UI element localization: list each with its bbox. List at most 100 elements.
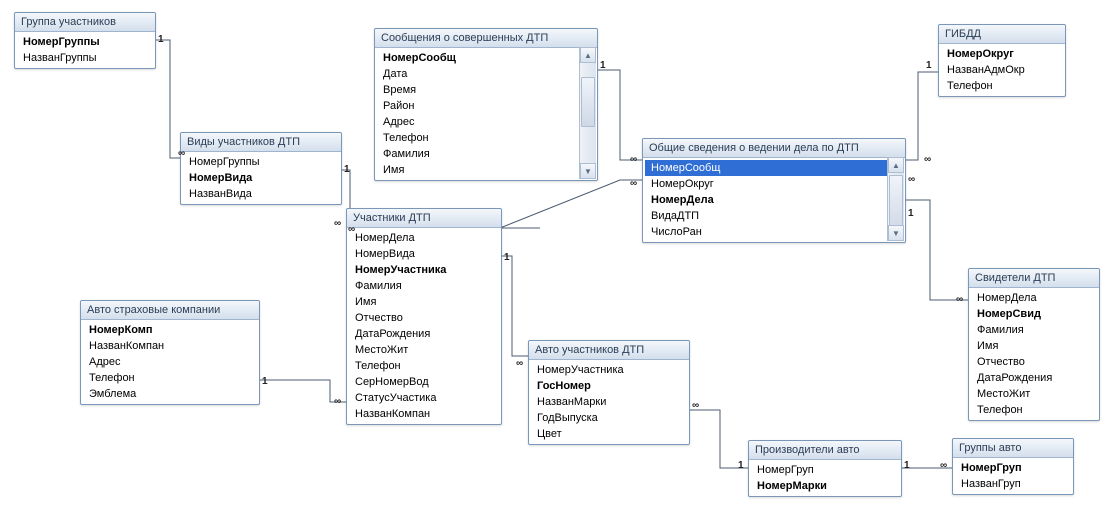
- field-row[interactable]: НомерГруппы: [183, 154, 339, 170]
- table-auto_participants[interactable]: Авто участников ДТП НомерУчастникаГосНоме…: [528, 340, 690, 445]
- field-row[interactable]: Цвет: [531, 426, 687, 442]
- field-row[interactable]: Эмблема: [83, 386, 257, 402]
- field-row[interactable]: Фамилия: [377, 146, 579, 162]
- field-row[interactable]: НазванВида: [183, 186, 339, 202]
- cardinality-label: 1: [344, 164, 350, 175]
- field-row[interactable]: НазванГруп: [955, 476, 1071, 492]
- field-row[interactable]: НомерВида: [349, 246, 499, 262]
- field-row[interactable]: НомерГруп: [751, 462, 899, 478]
- field-row[interactable]: Телефон: [349, 358, 499, 374]
- table-insurance[interactable]: Авто страховые компанииНомерКомпНазванКо…: [80, 300, 260, 405]
- cardinality-label: ∞: [692, 400, 699, 411]
- field-row[interactable]: Имя: [377, 162, 579, 178]
- table-title: Производители авто: [749, 441, 901, 460]
- table-general_case[interactable]: Общие сведения о ведении дела по ДТПНоме…: [642, 138, 906, 243]
- scroll-down-icon[interactable]: ▼: [580, 163, 596, 179]
- field-row[interactable]: Район: [377, 98, 579, 114]
- cardinality-label: ∞: [516, 358, 523, 369]
- table-manufacturers[interactable]: Производители автоНомерГрупНомерМарки: [748, 440, 902, 497]
- field-row[interactable]: ГодВыпуска: [531, 410, 687, 426]
- cardinality-label: 1: [738, 460, 744, 471]
- table-gibdd[interactable]: ГИБДД НомерОкругНазванАдмОкрТелефон: [938, 24, 1066, 97]
- field-row[interactable]: Фамилия: [971, 322, 1097, 338]
- cardinality-label: ∞: [630, 154, 637, 165]
- table-title: Свидетели ДТП: [969, 269, 1099, 288]
- cardinality-label: 1: [262, 376, 268, 387]
- scroll-thumb[interactable]: [581, 77, 595, 127]
- cardinality-label: ∞: [956, 294, 963, 305]
- field-row[interactable]: НазванГруппы: [17, 50, 153, 66]
- table-title: Общие сведения о ведении дела по ДТП: [643, 139, 905, 158]
- scroll-up-icon[interactable]: ▲: [580, 47, 596, 63]
- field-row[interactable]: Имя: [349, 294, 499, 310]
- field-row[interactable]: Телефон: [83, 370, 257, 386]
- table-group_participants[interactable]: Группа участниковНомерГруппыНазванГруппы: [14, 12, 156, 69]
- field-row[interactable]: НомерОкруг: [645, 176, 887, 192]
- field-row[interactable]: НомерГруппы: [17, 34, 153, 50]
- field-row[interactable]: Телефон: [941, 78, 1063, 94]
- scrollbar[interactable]: ▲▼: [579, 47, 596, 179]
- table-body: НомерКомпНазванКомпанАдресТелефонЭмблема: [81, 320, 259, 404]
- field-row[interactable]: НомерУчастника: [349, 262, 499, 278]
- field-row[interactable]: Имя: [971, 338, 1097, 354]
- field-row[interactable]: НазванКомпан: [83, 338, 257, 354]
- table-types_participants[interactable]: Виды участников ДТПНомерГруппыНомерВидаН…: [180, 132, 342, 205]
- cardinality-label: ∞: [940, 460, 947, 471]
- field-row[interactable]: НазванКомпан: [349, 406, 499, 422]
- table-body: НомерСообщДатаВремяРайонАдресТелефонФами…: [375, 48, 597, 180]
- scroll-down-icon[interactable]: ▼: [888, 225, 904, 241]
- table-auto_groups[interactable]: Группы автоНомерГрупНазванГруп: [952, 438, 1074, 495]
- cardinality-label: 1: [908, 208, 914, 219]
- field-row[interactable]: НомерВида: [183, 170, 339, 186]
- field-row[interactable]: Адрес: [377, 114, 579, 130]
- field-row[interactable]: ГосНомер: [531, 378, 687, 394]
- field-row[interactable]: ЧислоРан: [645, 224, 887, 240]
- field-row[interactable]: Отчество: [349, 310, 499, 326]
- field-row[interactable]: Дата: [377, 66, 579, 82]
- table-title: Сообщения о совершенных ДТП: [375, 29, 597, 48]
- table-body: НомерГрупНазванГруп: [953, 458, 1073, 494]
- field-row[interactable]: СтатусУчастика: [349, 390, 499, 406]
- field-row[interactable]: НомерСообщ: [377, 50, 579, 66]
- field-row[interactable]: ВидаДТП: [645, 208, 887, 224]
- field-row[interactable]: НомерСообщ: [645, 160, 887, 176]
- cardinality-label: ∞: [630, 178, 637, 189]
- field-row[interactable]: МестоЖит: [349, 342, 499, 358]
- table-body: НомерГруппыНомерВидаНазванВида: [181, 152, 341, 204]
- field-row[interactable]: ДатаРождения: [349, 326, 499, 342]
- table-witnesses[interactable]: Свидетели ДТП НомерДелаНомерСвидФамилияИм…: [968, 268, 1100, 421]
- field-row[interactable]: Телефон: [971, 402, 1097, 418]
- field-row[interactable]: НомерСвид: [971, 306, 1097, 322]
- table-title: Авто участников ДТП: [529, 341, 689, 360]
- table-body: НомерГрупНомерМарки: [749, 460, 901, 496]
- field-row[interactable]: Фамилия: [349, 278, 499, 294]
- field-row[interactable]: Телефон: [377, 130, 579, 146]
- field-row[interactable]: ДатаРождения: [971, 370, 1097, 386]
- field-row[interactable]: Адрес: [83, 354, 257, 370]
- table-body: НомерСообщНомерОкругНомерДелаВидаДТПЧисл…: [643, 158, 905, 242]
- field-row[interactable]: НомерМарки: [751, 478, 899, 494]
- field-row[interactable]: НомерДела: [645, 192, 887, 208]
- field-row[interactable]: МестоЖит: [971, 386, 1097, 402]
- scrollbar[interactable]: ▲▼: [887, 157, 904, 241]
- field-row[interactable]: НомерДела: [349, 230, 499, 246]
- table-title: ГИБДД: [939, 25, 1065, 44]
- table-body: НомерГруппыНазванГруппы: [15, 32, 155, 68]
- field-row[interactable]: НомерОкруг: [941, 46, 1063, 62]
- table-participants[interactable]: Участники ДТПНомерДелаНомерВидаНомерУчас…: [346, 208, 502, 425]
- field-row[interactable]: НомерГруп: [955, 460, 1071, 476]
- table-title: Виды участников ДТП: [181, 133, 341, 152]
- field-row[interactable]: НомерДела: [971, 290, 1097, 306]
- field-row[interactable]: СерНомерВод: [349, 374, 499, 390]
- field-row[interactable]: Отчество: [971, 354, 1097, 370]
- field-row[interactable]: НазванАдмОкр: [941, 62, 1063, 78]
- field-row[interactable]: Время: [377, 82, 579, 98]
- table-title: Авто страховые компании: [81, 301, 259, 320]
- scroll-up-icon[interactable]: ▲: [888, 157, 904, 173]
- table-title: Группы авто: [953, 439, 1073, 458]
- table-body: НомерДелаНомерВидаНомерУчастникаФамилияИ…: [347, 228, 501, 424]
- field-row[interactable]: НазванМарки: [531, 394, 687, 410]
- field-row[interactable]: НомерКомп: [83, 322, 257, 338]
- table-messages[interactable]: Сообщения о совершенных ДТПНомерСообщДат…: [374, 28, 598, 181]
- field-row[interactable]: НомерУчастника: [531, 362, 687, 378]
